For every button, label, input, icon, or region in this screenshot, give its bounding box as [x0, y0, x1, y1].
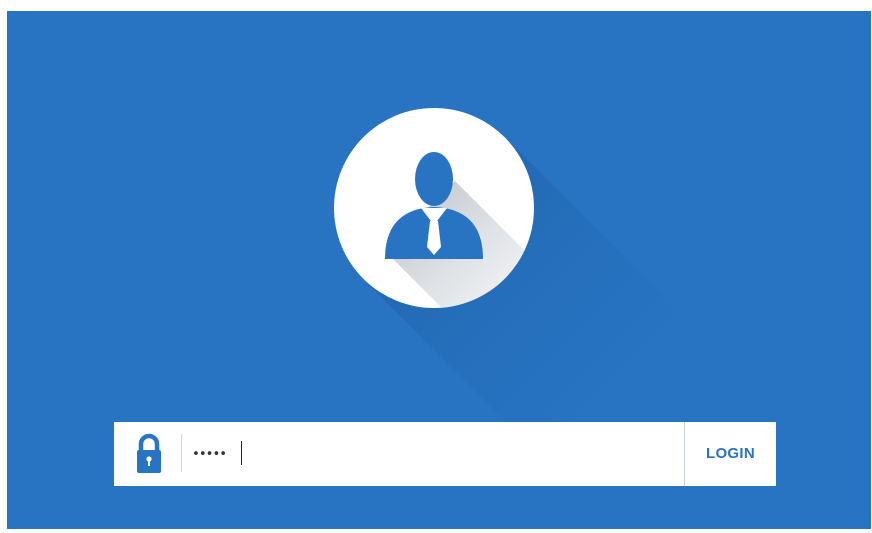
lock-icon	[134, 433, 164, 477]
login-button[interactable]: LOGIN	[685, 422, 776, 486]
text-caret	[241, 441, 242, 465]
password-field[interactable]	[192, 439, 672, 469]
field-divider	[181, 434, 182, 472]
login-screen: LOGIN	[7, 11, 871, 529]
login-bar: LOGIN	[114, 422, 776, 486]
